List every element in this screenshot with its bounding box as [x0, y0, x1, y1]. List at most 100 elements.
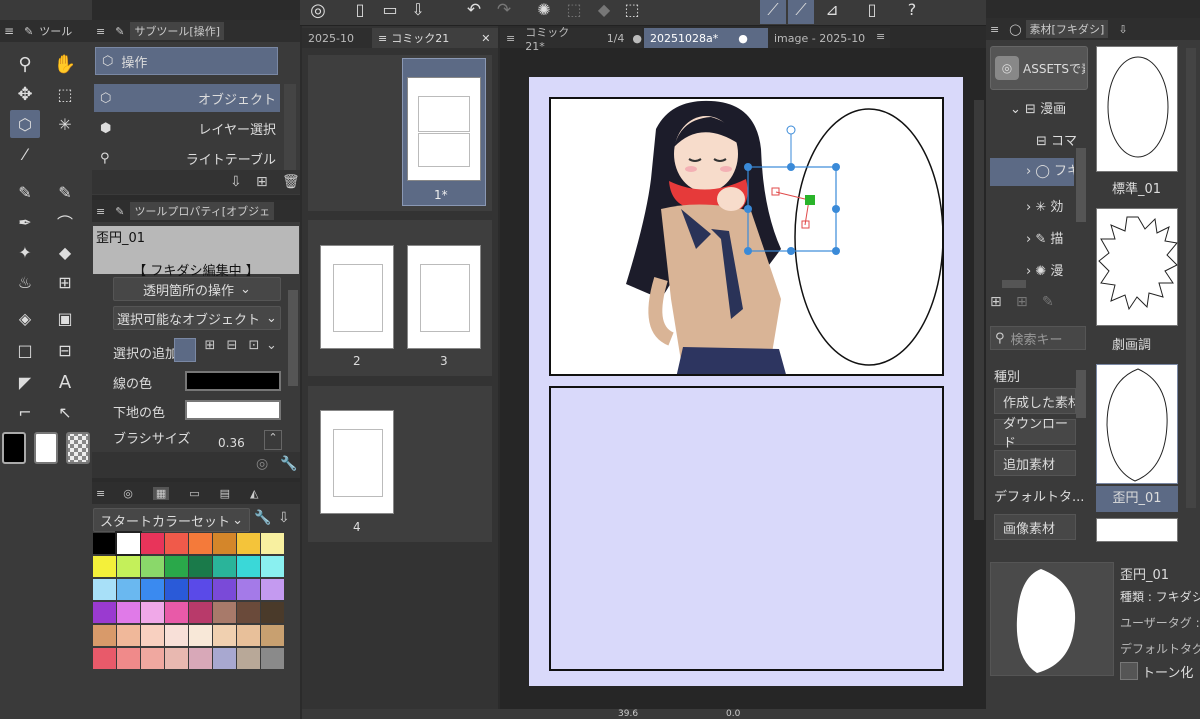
blend-tool-icon[interactable]: ♨ — [10, 268, 40, 296]
color-swatch[interactable] — [165, 579, 188, 600]
menu-icon[interactable]: ≡ — [96, 205, 105, 218]
line-color-swatch[interactable] — [185, 371, 281, 391]
fill-tool-icon[interactable]: ◈ — [10, 304, 40, 332]
delete-subtool-icon[interactable]: 🗑 — [282, 174, 300, 190]
color-swatch[interactable] — [141, 579, 164, 600]
new-file-icon[interactable]: ▯ — [348, 0, 372, 22]
material-thumbs-scrollbar[interactable] — [1186, 48, 1196, 508]
comic-frame-top[interactable] — [549, 97, 944, 376]
color-swatch[interactable] — [93, 556, 116, 577]
menu-icon[interactable]: ≡ — [990, 23, 999, 36]
tree-item-manga[interactable]: ⌄ ⊟ 漫画 — [1010, 98, 1066, 117]
color-swatch[interactable] — [237, 556, 260, 577]
color-swatch[interactable] — [117, 579, 140, 600]
zoom-tool-icon[interactable]: ⚲ — [10, 50, 40, 78]
add-selection-mode-new[interactable] — [174, 338, 196, 362]
color-swatch[interactable] — [165, 648, 188, 669]
transform-icon[interactable]: ⬚ — [620, 0, 644, 22]
edit-folder-icon[interactable]: ✎ — [1042, 294, 1054, 310]
menu-icon[interactable]: ≡ — [876, 30, 885, 43]
intermediate-color-tab-icon[interactable]: ▭ — [189, 487, 199, 500]
color-swatch[interactable] — [237, 602, 260, 623]
snap-special-icon[interactable]: ⟋ — [788, 0, 814, 24]
airbrush-tool-icon[interactable]: ⌒ — [50, 208, 80, 236]
color-swatch[interactable] — [141, 602, 164, 623]
tab-doc-right-2[interactable]: 20251028a* ● — [644, 28, 768, 48]
undo-icon[interactable]: ↶ — [462, 0, 486, 22]
add-selection-mode-sub[interactable]: ⊟ — [221, 338, 243, 362]
color-swatch[interactable] — [213, 648, 236, 669]
color-swatch[interactable] — [165, 602, 188, 623]
color-swatch[interactable] — [213, 556, 236, 577]
color-swatch[interactable] — [213, 533, 236, 554]
menu-icon[interactable]: ≡ — [4, 24, 14, 38]
tab-doc-left-1[interactable]: 2025-10 — [302, 28, 372, 48]
redo-icon[interactable]: ↷ — [492, 0, 516, 22]
copy-subtool-icon[interactable]: ⊞ — [256, 174, 268, 190]
material-thumb-4[interactable] — [1096, 518, 1178, 542]
main-color-swatch[interactable] — [2, 432, 26, 464]
tree-scrollbar[interactable] — [1076, 148, 1086, 222]
color-swatch[interactable] — [115, 531, 142, 556]
color-swatch[interactable] — [93, 625, 116, 646]
color-swatch[interactable] — [141, 533, 164, 554]
assets-button[interactable]: ◎ ASSETSで素 — [990, 46, 1088, 90]
color-swatch[interactable] — [93, 533, 116, 554]
pencil-tool-icon[interactable]: ✎ — [50, 178, 80, 206]
smartphone-icon[interactable]: ▯ — [862, 0, 882, 22]
tree-item-manga-effect[interactable]: › ✺ 漫 — [1026, 260, 1063, 279]
subtool-item-object[interactable]: ⬡ オブジェクト — [94, 84, 280, 112]
color-swatch[interactable] — [117, 625, 140, 646]
subtool-detail-icon[interactable]: ◎ — [256, 456, 268, 472]
material-thumb-3[interactable] — [1096, 364, 1178, 484]
object-tool-icon[interactable]: ⬡ — [10, 110, 40, 138]
color-swatch[interactable] — [237, 625, 260, 646]
color-swatch[interactable] — [165, 625, 188, 646]
color-swatch[interactable] — [261, 625, 284, 646]
color-swatch[interactable] — [261, 602, 284, 623]
chevron-down-icon[interactable]: ⌄ — [266, 338, 282, 362]
snap-grid-icon[interactable]: ⊿ — [820, 0, 844, 22]
color-swatch[interactable] — [93, 602, 116, 623]
tree-item-fukidashi[interactable]: › ◯ フキ — [990, 158, 1074, 186]
color-swatch[interactable] — [165, 556, 188, 577]
correct-line-tool-icon[interactable]: ↖ — [50, 398, 80, 426]
snap-ruler-icon[interactable]: ⟋ — [760, 0, 786, 24]
copy-folder-icon[interactable]: ⊞ — [1016, 294, 1028, 310]
brush-tool-icon[interactable]: ✒ — [10, 208, 40, 236]
app-logo-icon[interactable]: ◎ — [306, 0, 330, 22]
color-swatch[interactable] — [117, 602, 140, 623]
color-swatch[interactable] — [261, 579, 284, 600]
fill-icon[interactable]: ◆ — [592, 0, 616, 22]
color-set-dropdown[interactable]: スタートカラーセット ⌄ — [93, 508, 250, 532]
tab-doc-left-2[interactable]: ≡ コミック21 ✕ — [372, 28, 498, 48]
tool-property-scrollbar[interactable] — [288, 290, 298, 386]
category-download-button[interactable]: ダウンロード — [994, 417, 1076, 451]
transparent-operation-dropdown[interactable]: 透明箇所の操作 ⌄ — [113, 277, 281, 301]
category-default-tag[interactable]: デフォルトタ... — [994, 486, 1084, 505]
gradient-tool-icon[interactable]: ▣ — [50, 304, 80, 332]
category-created-button[interactable]: 作成した素材 — [994, 388, 1076, 414]
color-swatch[interactable] — [213, 579, 236, 600]
close-icon[interactable]: ✕ — [481, 32, 490, 45]
frame-tool-icon[interactable]: ⊟ — [50, 336, 80, 364]
zoom-value[interactable]: 39.6 — [618, 709, 638, 719]
color-swatch[interactable] — [117, 648, 140, 669]
comic-frame-bottom[interactable] — [549, 386, 944, 671]
add-selection-mode-intersect[interactable]: ⊡ — [243, 338, 265, 362]
transparent-color-swatch[interactable] — [66, 432, 90, 464]
subtool-group-button[interactable]: ⬡ 操作 — [95, 47, 278, 75]
color-swatch[interactable] — [237, 579, 260, 600]
help-icon[interactable]: ? — [900, 0, 924, 22]
clear-icon[interactable]: ⬚ — [562, 0, 586, 22]
tree-hscrollbar[interactable] — [1002, 280, 1026, 288]
brush-size-spin-icon[interactable]: ⌃ — [264, 430, 282, 450]
ruler-tool-icon[interactable]: ◤ — [10, 368, 40, 396]
page-thumb-1[interactable] — [407, 77, 481, 181]
color-swatch[interactable] — [141, 556, 164, 577]
subtool-item-layer-select[interactable]: ⬢ レイヤー選択 — [94, 114, 280, 142]
color-swatch[interactable] — [189, 556, 212, 577]
color-swatch[interactable] — [117, 556, 140, 577]
move-tool-icon[interactable]: ✥ — [10, 80, 40, 108]
download-icon[interactable]: ⇩ — [1118, 23, 1127, 36]
